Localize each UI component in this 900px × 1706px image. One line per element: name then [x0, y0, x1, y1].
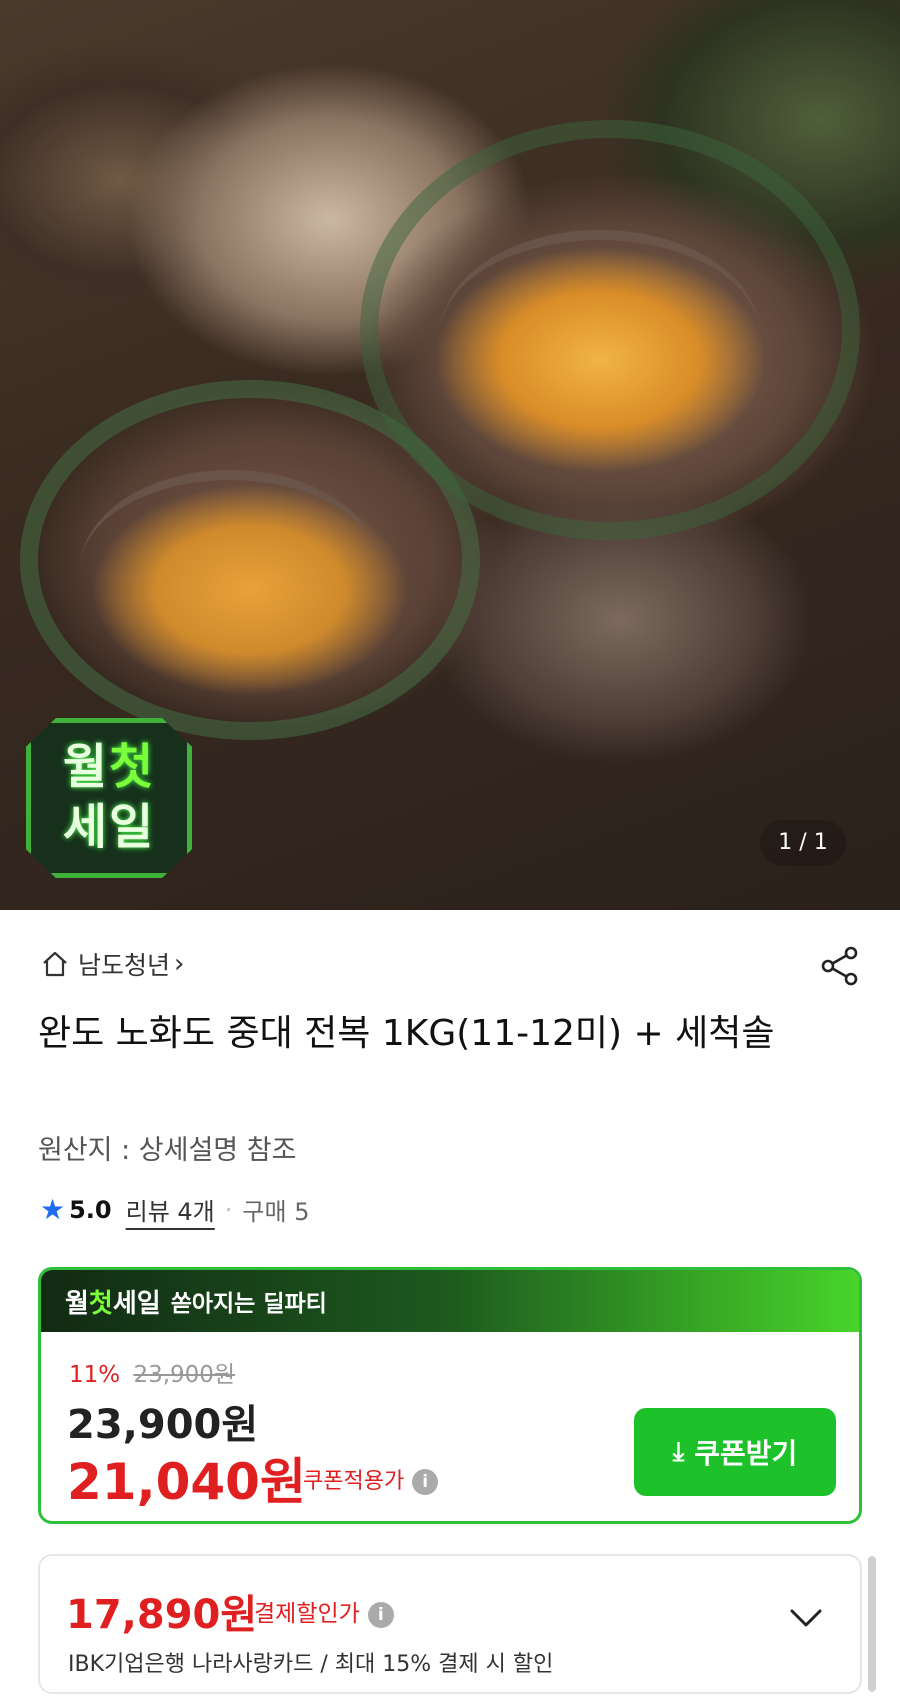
rating-score: 5.0	[69, 1195, 112, 1224]
share-icon[interactable]	[818, 944, 862, 988]
payment-discount-label: 결제할인가 i	[254, 1594, 394, 1628]
coupon-price: 21,040원	[67, 1453, 306, 1511]
payment-discount-card[interactable]: 17,890원 결제할인가 i IBK기업은행 나라사랑카드 / 최대 15% 결…	[38, 1554, 862, 1694]
purchase-count: 구매 5	[242, 1198, 310, 1226]
info-icon[interactable]: i	[367, 1601, 394, 1628]
deal-header-subtitle: 쏟아지는 딜파티	[170, 1291, 327, 1317]
deal-header: 월 첫 세일 쏟아지는 딜파티	[41, 1270, 859, 1332]
deal-header-word: 첫	[88, 1287, 113, 1318]
rating-row: ★ 5.0 리뷰 4개 · 구매 5	[40, 1192, 309, 1227]
info-icon[interactable]: i	[412, 1469, 439, 1495]
separator-dot: ·	[224, 1195, 233, 1224]
deal-box: 월 첫 세일 쏟아지는 딜파티 11% 23,900원 23,900원 21,0…	[38, 1267, 862, 1524]
star-icon: ★	[40, 1193, 66, 1226]
deal-header-word: 세일	[112, 1287, 161, 1318]
product-image[interactable]: 월첫 세일 1 / 1	[0, 0, 900, 910]
deal-header-word: 월	[65, 1287, 89, 1318]
home-icon	[43, 951, 67, 977]
payment-discount-price: 17,890원	[66, 1592, 258, 1638]
review-link[interactable]: 리뷰 4개	[126, 1192, 215, 1227]
abalone-flesh	[80, 470, 380, 670]
abalone-flesh	[440, 230, 760, 440]
origin-text: 원산지 : 상세설명 참조	[38, 1135, 297, 1166]
discount-line: 11% 23,900원	[69, 1355, 235, 1389]
old-price: 23,900원	[133, 1362, 236, 1388]
get-coupon-button[interactable]: ⤓ 쿠폰받기	[634, 1408, 836, 1496]
product-title: 완도 노화도 중대 전복 1KG(11-12미) + 세척솔	[38, 1013, 775, 1054]
seller-chevron: ›	[174, 949, 185, 979]
discount-percent: 11%	[69, 1362, 121, 1388]
payment-discount-desc: IBK기업은행 나라사랑카드 / 최대 15% 결제 시 할인	[68, 1652, 554, 1677]
download-icon: ⤓	[672, 1436, 685, 1466]
monthly-sale-badge: 월첫 세일	[26, 718, 192, 878]
seller-name: 남도청년	[78, 951, 171, 980]
chevron-down-icon[interactable]	[784, 1596, 828, 1640]
coupon-price-label: 쿠폰적용가 i	[303, 1463, 439, 1495]
image-page-indicator: 1 / 1	[760, 820, 846, 866]
seller-link[interactable]: 남도청년 ›	[40, 946, 184, 982]
scrollbar[interactable]	[868, 1556, 876, 1692]
